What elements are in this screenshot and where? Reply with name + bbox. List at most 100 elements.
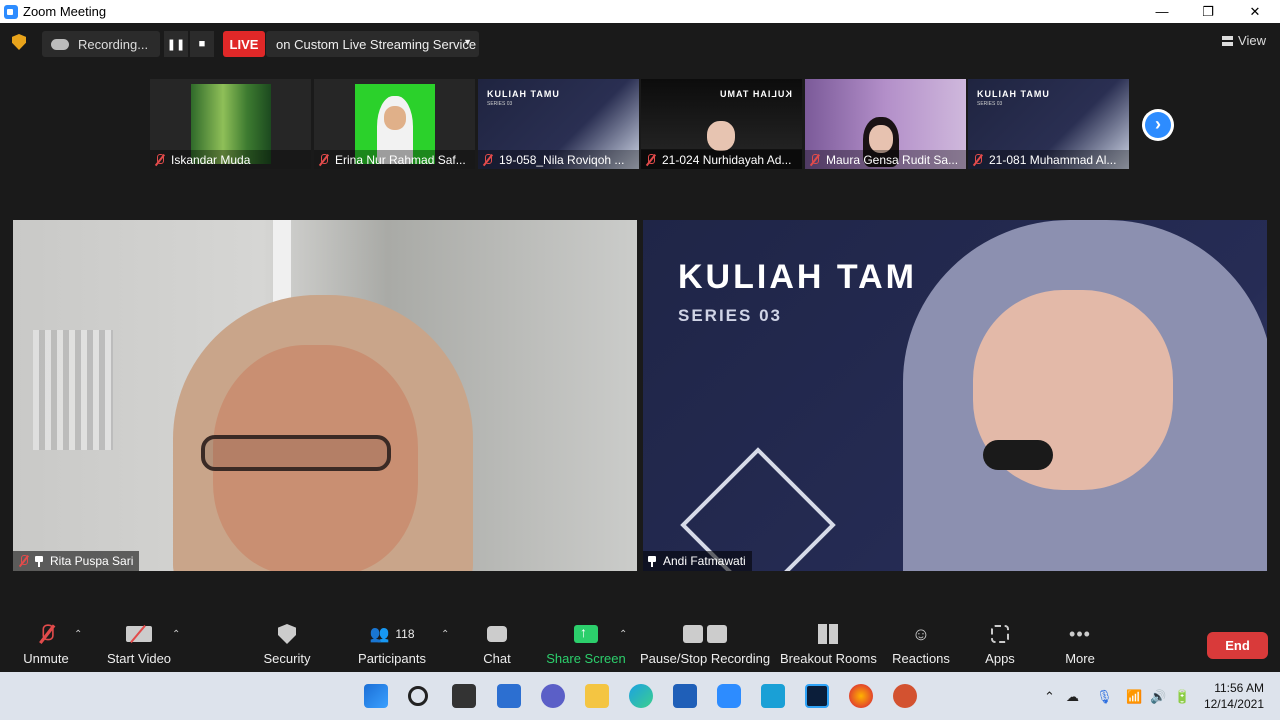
participants-options-caret-icon[interactable]: ⌃ (441, 629, 449, 640)
stop-recording-button[interactable]: ■ (190, 31, 214, 57)
participant-tile[interactable]: Maura Gensa Rudit Sa... (805, 79, 966, 169)
muted-mic-icon (37, 624, 55, 643)
muted-mic-icon (809, 153, 820, 166)
muted-mic-icon (972, 153, 983, 166)
close-button[interactable]: ✕ (1232, 0, 1278, 23)
more-dots-icon: ••• (1069, 623, 1091, 644)
slide-title: KULIAH TAMU (487, 89, 560, 99)
volume-icon[interactable]: 🔊 (1150, 689, 1166, 705)
chevron-right-icon: › (1145, 112, 1171, 138)
meeting-top-bar: Recording... ❚❚ ■ LIVE on Custom Live St… (0, 23, 1280, 65)
share-options-caret-icon[interactable]: ⌃ (619, 629, 627, 640)
maximize-button[interactable]: ❐ (1185, 0, 1231, 23)
stop-icon (707, 625, 727, 643)
onedrive-cloud-icon[interactable]: ☁ (1066, 689, 1079, 705)
share-screen-button[interactable]: Share Screen (546, 622, 626, 666)
mail-icon[interactable] (673, 684, 697, 708)
photoshop-icon[interactable] (805, 684, 829, 708)
slide-title: KULIAH TAMU (719, 89, 792, 99)
participants-count: 118 (395, 627, 415, 641)
battery-icon[interactable]: 🔋 (1174, 689, 1190, 705)
smiley-icon: ☺ (911, 623, 931, 644)
title-bar: Zoom Meeting — ❐ ✕ (0, 0, 1280, 23)
recording-indicator[interactable]: Recording... (42, 31, 160, 57)
slide-title: KULIAH TAM (678, 258, 917, 296)
speaker-video-tile[interactable]: Rita Puspa Sari (13, 220, 637, 571)
tray-overflow-chevron-icon[interactable]: ⌃ (1044, 689, 1055, 705)
zoom-app-icon[interactable] (717, 684, 741, 708)
view-button[interactable]: View (1222, 33, 1266, 48)
participants-button[interactable]: 👥 118 Participants (356, 622, 428, 666)
participant-name-label: Maura Gensa Rudit Sa... (805, 150, 966, 169)
teams-chat-icon[interactable] (541, 684, 565, 708)
slide-title: KULIAH TAMU (977, 89, 1050, 99)
muted-mic-icon (154, 153, 165, 166)
reactions-button[interactable]: ☺ Reactions (890, 622, 952, 667)
end-meeting-button[interactable]: End (1207, 632, 1268, 659)
apps-icon (991, 625, 1009, 643)
firefox-icon[interactable] (849, 684, 873, 708)
wifi-icon[interactable]: 📶 (1126, 689, 1142, 705)
chat-icon (487, 626, 507, 642)
view-label: View (1238, 33, 1266, 48)
speaker-video-tile[interactable]: KULIAH TAM SERIES 03 Andi Fatmawati (643, 220, 1267, 571)
clock-time: 11:56 AM (1214, 681, 1264, 695)
encryption-shield-icon[interactable] (12, 34, 26, 50)
participant-name-label: Iskandar Muda (150, 150, 311, 169)
pause-icon (683, 625, 703, 643)
participant-name-label: 21-024 Nurhidayah Ad... (641, 150, 802, 169)
task-view-icon[interactable] (452, 684, 476, 708)
breakout-rooms-button[interactable]: Breakout Rooms (780, 622, 877, 666)
windows-taskbar: ⌃ ☁ 🎙 📶 🔊 🔋 11:56 AM 12/14/2021 (0, 672, 1280, 720)
participants-icon: 👥 (369, 626, 390, 643)
cloud-icon (51, 38, 69, 50)
widgets-icon[interactable] (497, 684, 521, 708)
window-title: Zoom Meeting (23, 4, 107, 19)
live-badge[interactable]: LIVE (223, 31, 265, 57)
recording-label: Recording... (78, 36, 149, 52)
participant-tile[interactable]: KULIAH TAMU SERIES 03 21-081 Muhammad Al… (968, 79, 1129, 169)
taskbar-clock[interactable]: 11:56 AM 12/14/2021 (1204, 680, 1264, 712)
pin-icon (35, 555, 43, 567)
live-service-dropdown[interactable]: on Custom Live Streaming Service ▼ (266, 31, 479, 57)
participant-tile[interactable]: KULIAH TAMU SERIES 03 19-058_Nila Roviqo… (478, 79, 639, 169)
powerpoint-icon[interactable] (893, 684, 917, 708)
caret-down-icon: ▼ (463, 37, 472, 47)
participant-name-label: Erina Nur Rahmad Saf... (314, 150, 475, 169)
next-page-button[interactable]: › (1142, 109, 1174, 141)
meeting-controls-toolbar: Unmute ⌃ Start Video ⌃ Security 👥 118 Par… (0, 612, 1280, 672)
participant-name-label: 19-058_Nila Roviqoh ... (478, 150, 639, 169)
zoom-logo-icon (4, 4, 18, 19)
search-icon[interactable] (408, 686, 428, 706)
pause-stop-recording-button[interactable]: Pause/Stop Recording (640, 622, 770, 666)
audio-options-caret-icon[interactable]: ⌃ (74, 629, 82, 640)
start-video-button[interactable]: Start Video (100, 622, 178, 666)
pause-recording-button[interactable]: ❚❚ (164, 31, 188, 57)
slide-subtitle: SERIES 03 (487, 101, 513, 107)
l-app-icon[interactable] (761, 684, 785, 708)
participant-tile[interactable]: Erina Nur Rahmad Saf... (314, 79, 475, 169)
file-explorer-icon[interactable] (585, 684, 609, 708)
live-service-label: on Custom Live Streaming Service (276, 36, 477, 52)
muted-mic-icon (318, 153, 329, 166)
chat-button[interactable]: Chat (478, 622, 516, 666)
participant-name-label: Rita Puspa Sari (13, 551, 140, 571)
slide-subtitle: SERIES 03 (977, 101, 1003, 107)
more-button[interactable]: ••• More (1060, 622, 1100, 667)
muted-mic-icon (645, 153, 656, 166)
pin-icon (648, 555, 656, 567)
participant-name-label: Andi Fatmawati (643, 551, 752, 571)
video-options-caret-icon[interactable]: ⌃ (172, 629, 180, 640)
security-button[interactable]: Security (258, 622, 316, 666)
participant-tile[interactable]: KULIAH TAMU 21-024 Nurhidayah Ad... (641, 79, 802, 169)
apps-button[interactable]: Apps (980, 622, 1020, 666)
grid-view-icon (1222, 35, 1234, 46)
muted-mic-icon (482, 153, 493, 166)
minimize-button[interactable]: — (1139, 0, 1185, 23)
start-windows-icon[interactable] (364, 684, 388, 708)
unmute-button[interactable]: Unmute (18, 622, 74, 666)
microphone-icon[interactable]: 🎙 (1096, 689, 1113, 705)
edge-browser-icon[interactable] (629, 684, 653, 708)
participant-tile[interactable]: Iskandar Muda (150, 79, 311, 169)
participant-name-label: 21-081 Muhammad Al... (968, 150, 1129, 169)
